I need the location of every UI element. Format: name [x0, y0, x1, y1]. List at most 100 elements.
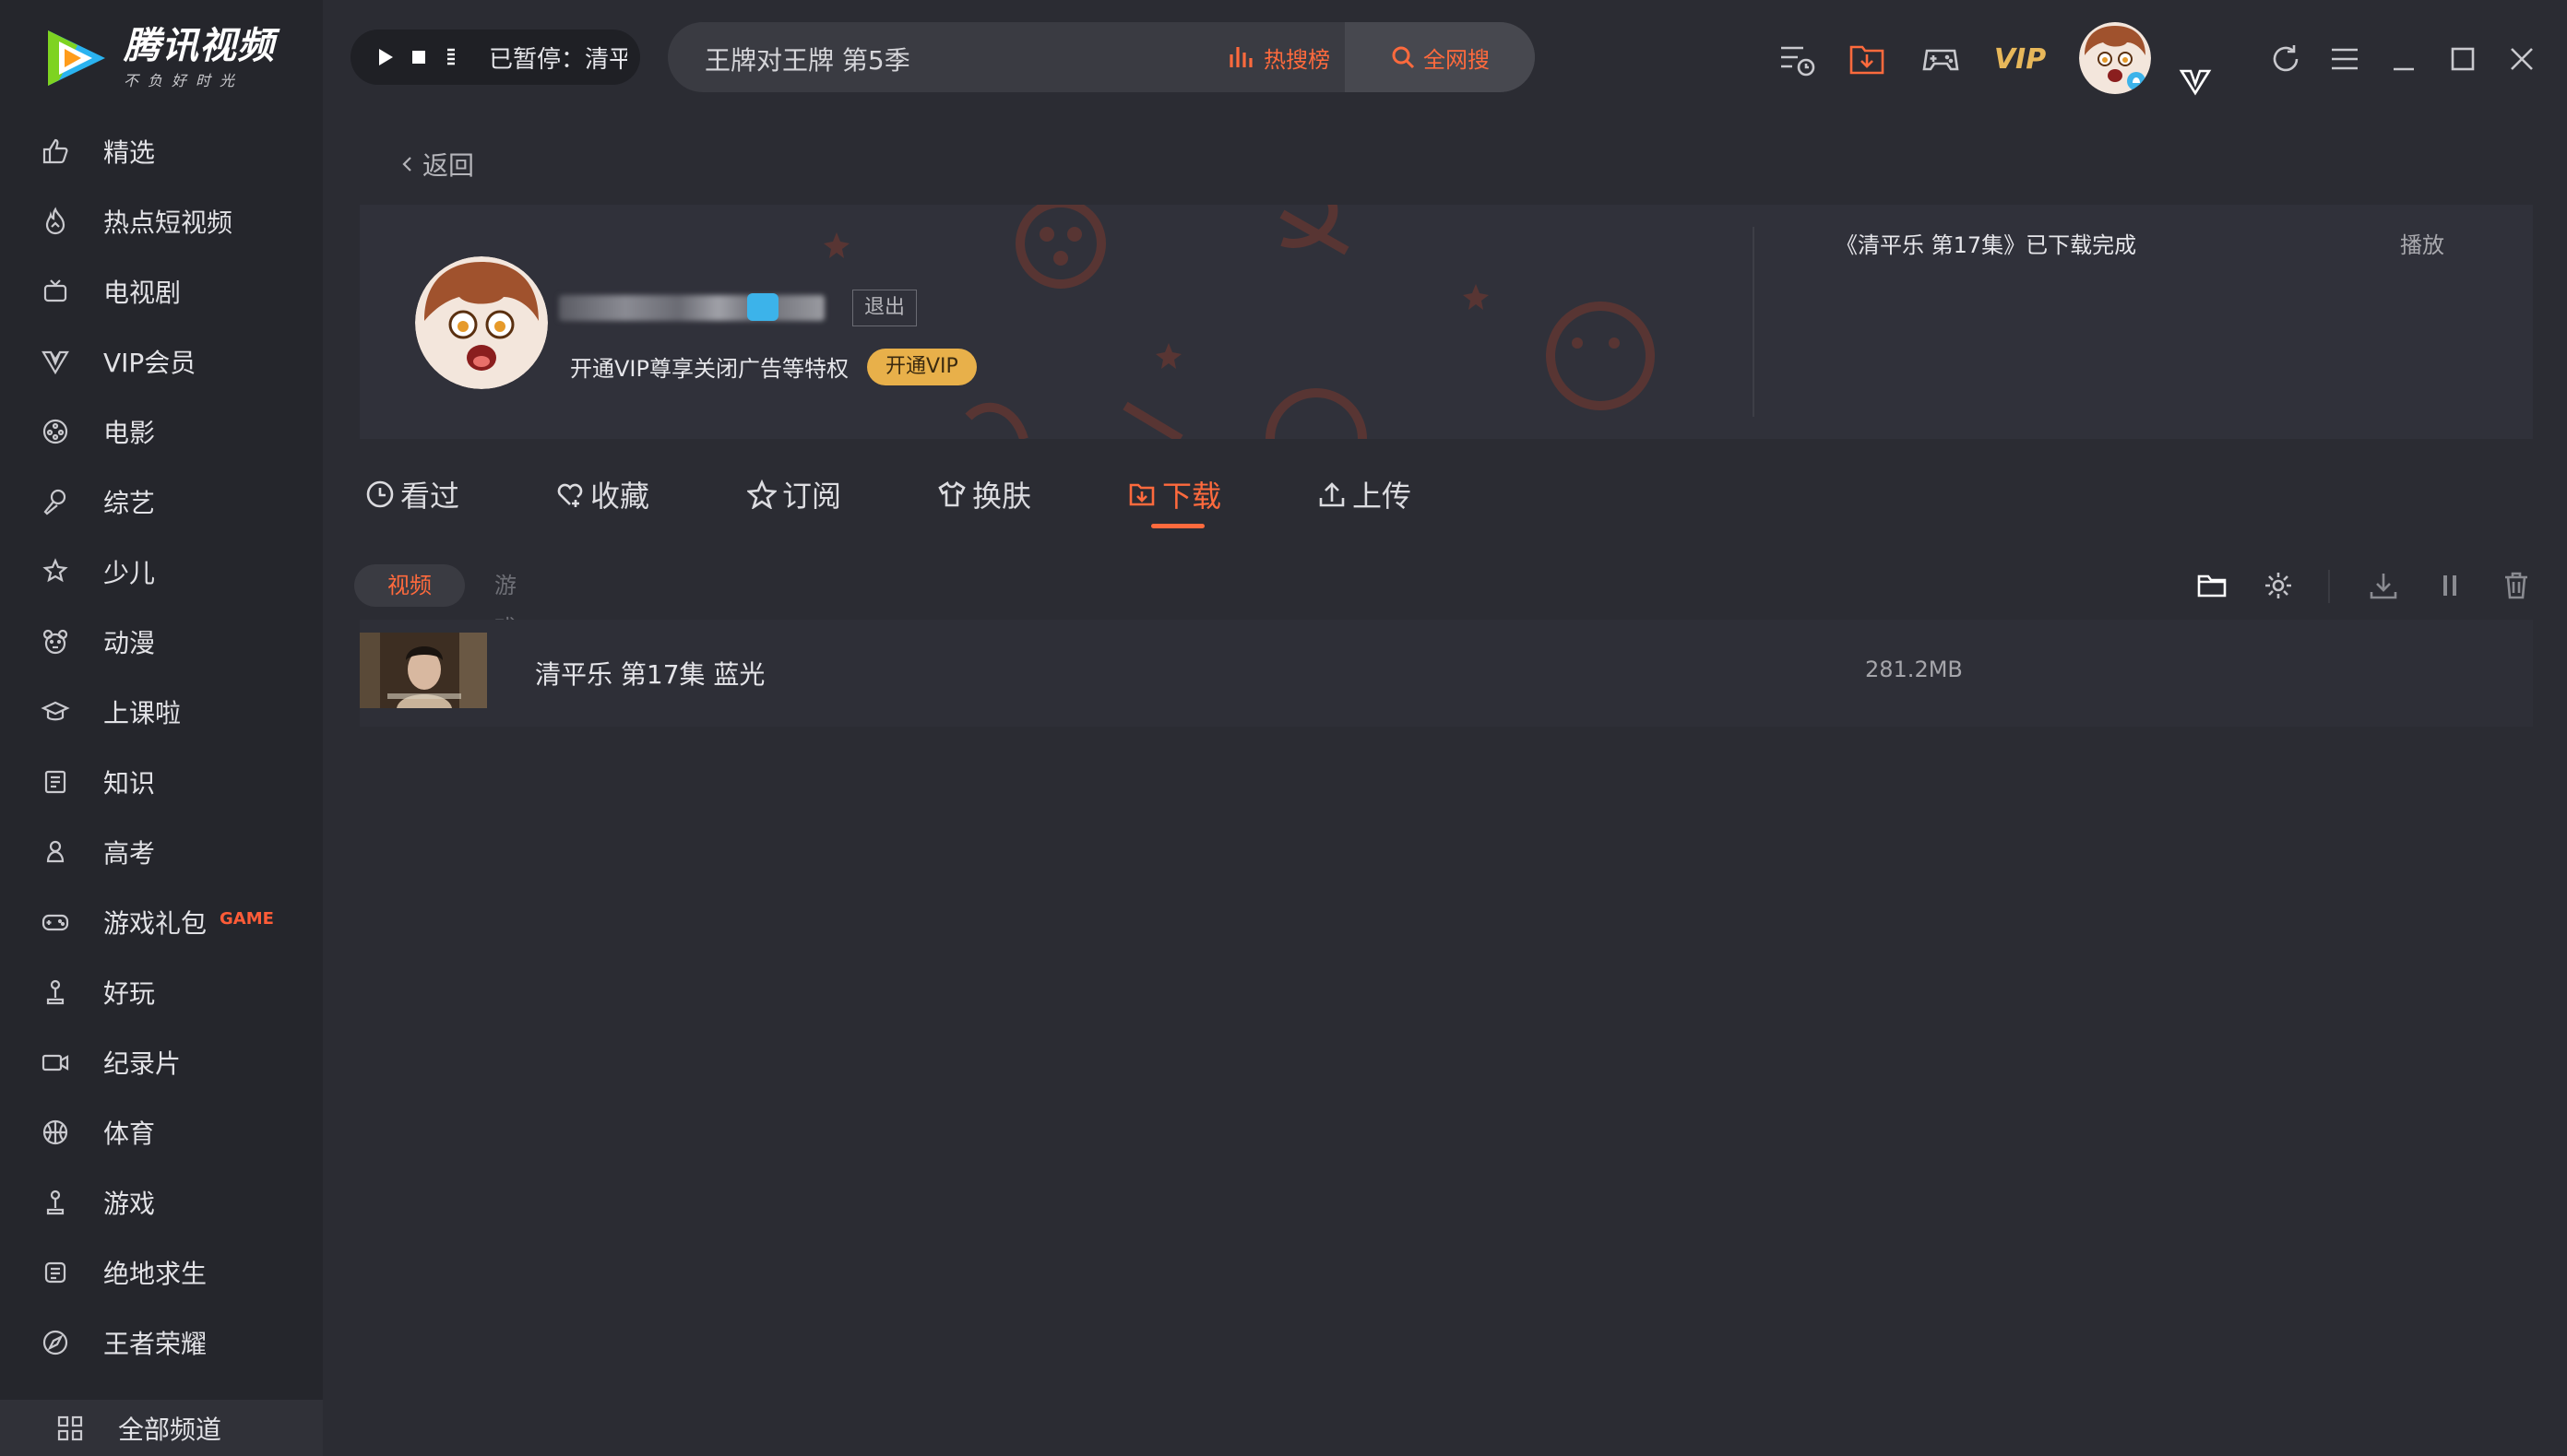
logout-button[interactable]: 退出: [852, 290, 918, 326]
sidebar-item-label: 上课啦: [103, 698, 182, 728]
playlist-button[interactable]: [437, 42, 467, 72]
toolbar-separator: [2328, 570, 2330, 603]
hot-rank-label: 热搜榜: [1264, 46, 1330, 73]
sidebar-item-knowledge[interactable]: 知识: [0, 747, 323, 817]
sidebar-item-hot-short-video[interactable]: 热点短视频: [0, 186, 323, 256]
logo[interactable]: 腾讯视频 不负好时光: [41, 26, 275, 90]
history-button[interactable]: [1775, 37, 1819, 81]
mini-player: 已暂停：清平乐: [351, 30, 640, 85]
download-button[interactable]: [1845, 37, 1889, 81]
sidebar-item-label: 综艺: [103, 488, 156, 518]
search-icon: [1392, 46, 1415, 69]
start-all-button[interactable]: [2363, 564, 2404, 607]
sidebar-item-label: 王者荣耀: [103, 1329, 208, 1359]
sidebar-item-label: 高考: [103, 838, 156, 869]
game-button[interactable]: [1919, 37, 1963, 81]
sidebar-item-featured[interactable]: 精选: [0, 116, 323, 186]
tab-label: 上传: [1352, 479, 1412, 514]
tab-favorites[interactable]: 收藏: [555, 468, 649, 520]
bear-face-icon: [39, 625, 72, 658]
download-notice: 《清平乐 第17集》已下载完成: [1836, 232, 2137, 258]
sidebar-item-classes[interactable]: 上课啦: [0, 677, 323, 747]
close-button[interactable]: [2500, 37, 2544, 81]
vip-tip: 开通VIP尊享关闭广告等特权: [570, 356, 849, 382]
refresh-button[interactable]: [2264, 37, 2308, 81]
avatar[interactable]: [2079, 22, 2151, 94]
subtab-video[interactable]: 视频: [354, 564, 465, 607]
joystick-icon: [39, 1186, 72, 1219]
sidebar-item-label: 绝地求生: [103, 1259, 208, 1289]
sidebar-item-label: 电影: [103, 418, 156, 448]
vip-diamond-icon: [2179, 69, 2212, 96]
vip-button[interactable]: VIP: [1994, 37, 2046, 81]
sidebar-item-sports[interactable]: 体育: [0, 1097, 323, 1167]
decorative-pattern: [824, 205, 1655, 439]
tab-label: 订阅: [782, 479, 842, 514]
all-channels-label: 全部频道: [118, 1414, 222, 1445]
sidebar-item-label: 电视剧: [103, 278, 182, 308]
sidebar-item-variety[interactable]: 综艺: [0, 467, 323, 537]
menu-button[interactable]: [2323, 37, 2367, 81]
download-row[interactable]: 清平乐 第17集 蓝光 281.2MB: [360, 620, 2533, 727]
back-button[interactable]: 返回: [398, 146, 474, 183]
stop-icon: [412, 51, 425, 64]
sidebar-item-gaokao[interactable]: 高考: [0, 817, 323, 887]
all-channels-button[interactable]: 全部频道: [0, 1400, 323, 1456]
username-blurred: [559, 295, 825, 321]
video-thumbnail[interactable]: [360, 633, 487, 708]
hot-rank-button[interactable]: 热搜榜: [1225, 22, 1330, 92]
tab-label: 收藏: [590, 479, 650, 514]
sidebar-item-anime[interactable]: 动漫: [0, 607, 323, 677]
minimize-button[interactable]: [2382, 37, 2426, 81]
tab-uploads[interactable]: 上传: [1317, 468, 1411, 520]
sidebar-item-game-gift[interactable]: 游戏礼包 GAME: [0, 887, 323, 957]
sidebar-item-kids[interactable]: 少儿: [0, 537, 323, 607]
history-list-icon: [1781, 46, 1815, 77]
sidebar-item-fun[interactable]: 好玩: [0, 957, 323, 1027]
tab-subscriptions[interactable]: 订阅: [747, 468, 841, 520]
tab-history[interactable]: 看过: [365, 468, 459, 520]
film-reel-icon: [39, 415, 72, 448]
sidebar-item-label: 动漫: [103, 628, 156, 658]
sidebar-item-label: 好玩: [103, 978, 156, 1009]
tab-skins[interactable]: 换肤: [937, 468, 1031, 520]
stop-button[interactable]: [404, 42, 434, 72]
tv-icon: [39, 275, 72, 308]
sidebar-item-honor-of-kings[interactable]: 王者荣耀: [0, 1308, 323, 1378]
delete-all-button[interactable]: [2496, 564, 2537, 607]
download-title[interactable]: 清平乐 第17集 蓝光: [535, 655, 765, 692]
maximize-button[interactable]: [2441, 37, 2485, 81]
sidebar-item-label: VIP会员: [103, 348, 196, 378]
notice-play-link[interactable]: 播放: [2400, 227, 2444, 259]
search-input[interactable]: 王牌对王牌 第5季: [705, 41, 910, 77]
exam-icon: [39, 835, 72, 869]
sidebar-item-documentary[interactable]: 纪录片: [0, 1027, 323, 1097]
sidebar-item-games[interactable]: 游戏: [0, 1167, 323, 1237]
player-status[interactable]: 已暂停：清平乐: [489, 41, 627, 75]
sidebar-item-vip[interactable]: VIP会员: [0, 326, 323, 397]
open-folder-button[interactable]: [2192, 564, 2232, 607]
search-button-label: 全网搜: [1423, 46, 1490, 73]
refresh-icon: [2273, 45, 2299, 72]
profile-avatar[interactable]: [415, 256, 548, 389]
clock-icon: [366, 480, 394, 508]
sidebar-item-movie[interactable]: 电影: [0, 397, 323, 467]
playlist-icon: [447, 48, 455, 65]
profile-card: 退出 开通VIP尊享关闭广告等特权 开通VIP 《清平乐 第17集》已下载完成 …: [360, 205, 2533, 439]
settings-button[interactable]: [2258, 564, 2299, 607]
open-vip-button[interactable]: 开通VIP: [867, 349, 977, 385]
sidebar-item-pubg[interactable]: 绝地求生: [0, 1237, 323, 1308]
compass-icon: [39, 1326, 72, 1359]
search-button[interactable]: 全网搜: [1345, 22, 1535, 92]
sidebar: 腾讯视频 不负好时光 精选 热点短视频 电视剧 VIP会员 电影 综艺 少儿 动…: [0, 0, 323, 1456]
sidebar-item-label: 热点短视频: [103, 207, 233, 238]
tab-downloads[interactable]: 下载: [1127, 468, 1221, 520]
sidebar-nav: 精选 热点短视频 电视剧 VIP会员 电影 综艺 少儿 动漫 上课啦 知识 高考…: [0, 116, 323, 1378]
play-button[interactable]: [371, 42, 400, 72]
maximize-icon: [2451, 47, 2475, 71]
helmet-icon: [39, 1256, 72, 1289]
sidebar-item-tv-series[interactable]: 电视剧: [0, 256, 323, 326]
pause-all-button[interactable]: [2430, 564, 2470, 607]
card-divider: [1753, 227, 1754, 417]
vip-level-button[interactable]: [2173, 57, 2217, 101]
